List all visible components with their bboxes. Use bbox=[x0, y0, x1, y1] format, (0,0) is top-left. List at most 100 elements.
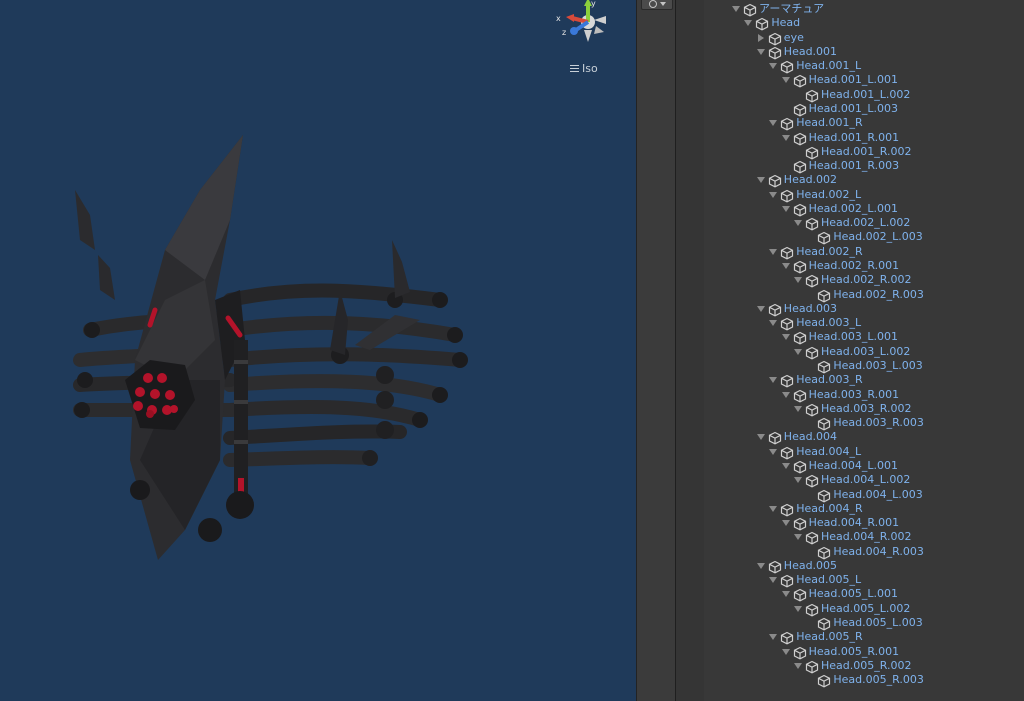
hierarchy-panel[interactable]: アーマチュア Head eye Head.001 Head.001_L Head.001_… bbox=[704, 0, 1024, 701]
hierarchy-row[interactable]: Head.005_L.001 bbox=[704, 587, 1024, 602]
orientation-gizmo[interactable]: x z y bbox=[552, 0, 624, 56]
expand-arrow-down-icon[interactable] bbox=[781, 204, 791, 214]
expand-arrow-down-icon[interactable] bbox=[756, 175, 766, 185]
gizmo-x-cone[interactable] bbox=[566, 14, 574, 22]
hierarchy-row[interactable]: Head.003_R.002 bbox=[704, 402, 1024, 417]
hierarchy-row[interactable]: アーマチュア bbox=[704, 2, 1024, 17]
expand-arrow-down-icon[interactable] bbox=[781, 647, 791, 657]
hierarchy-row[interactable]: Head.004_L bbox=[704, 445, 1024, 460]
hierarchy-row[interactable]: Head.002_L.001 bbox=[704, 202, 1024, 217]
hierarchy-row[interactable]: Head.003_R.003 bbox=[704, 416, 1024, 431]
expand-arrow-down-icon[interactable] bbox=[781, 332, 791, 342]
hierarchy-row[interactable]: Head.001_L.002 bbox=[704, 88, 1024, 103]
hierarchy-row[interactable]: Head.005_L bbox=[704, 573, 1024, 588]
scene-view[interactable]: x z y Iso bbox=[0, 0, 636, 701]
hierarchy-row[interactable]: Head.005_L.003 bbox=[704, 616, 1024, 631]
expand-arrow-down-icon[interactable] bbox=[793, 275, 803, 285]
hierarchy-row[interactable]: Head.004_L.001 bbox=[704, 459, 1024, 474]
gizmo-toggle-button[interactable] bbox=[641, 0, 673, 10]
hierarchy-row[interactable]: Head.003 bbox=[704, 302, 1024, 317]
hierarchy-row[interactable]: Head.001_R.003 bbox=[704, 159, 1024, 174]
gameobject-cube-icon bbox=[793, 259, 807, 274]
hierarchy-row[interactable]: Head.004_R.001 bbox=[704, 516, 1024, 531]
hierarchy-row[interactable]: Head.003_L.003 bbox=[704, 359, 1024, 374]
expand-arrow-down-icon[interactable] bbox=[793, 404, 803, 414]
hierarchy-row[interactable]: Head.005_L.002 bbox=[704, 602, 1024, 617]
hierarchy-row[interactable]: Head.005_R bbox=[704, 630, 1024, 645]
expand-arrow-down-icon[interactable] bbox=[768, 318, 778, 328]
hierarchy-row[interactable]: Head.001_L.003 bbox=[704, 102, 1024, 117]
hierarchy-row[interactable]: Head.001_R.001 bbox=[704, 131, 1024, 145]
expand-arrow-down-icon[interactable] bbox=[756, 561, 766, 571]
expand-arrow-down-icon[interactable] bbox=[768, 375, 778, 385]
hierarchy-row[interactable]: Head.003_L.001 bbox=[704, 330, 1024, 345]
hierarchy-row[interactable]: Head.002_L.002 bbox=[704, 216, 1024, 231]
hierarchy-row[interactable]: Head.002 bbox=[704, 173, 1024, 188]
hierarchy-row[interactable]: Head.003_L bbox=[704, 316, 1024, 331]
hierarchy-row[interactable]: Head.001_R bbox=[704, 116, 1024, 131]
hierarchy-row[interactable]: Head.004_R.002 bbox=[704, 530, 1024, 545]
hierarchy-row[interactable]: Head.002_L bbox=[704, 188, 1024, 203]
hierarchy-item-label: Head.004_R.003 bbox=[833, 544, 924, 558]
hierarchy-row[interactable]: Head.005_R.001 bbox=[704, 645, 1024, 660]
expand-arrow-down-icon[interactable] bbox=[781, 75, 791, 85]
expand-arrow-down-icon[interactable] bbox=[768, 632, 778, 642]
hierarchy-row[interactable]: Head.001 bbox=[704, 45, 1024, 60]
expand-arrow-down-icon[interactable] bbox=[781, 133, 791, 143]
projection-mode-toggle[interactable]: Iso bbox=[570, 62, 598, 75]
expand-arrow-down-icon[interactable] bbox=[768, 447, 778, 457]
expand-arrow-down-icon[interactable] bbox=[793, 532, 803, 542]
hierarchy-row[interactable]: Head.005 bbox=[704, 559, 1024, 574]
hierarchy-row[interactable]: Head.003_L.002 bbox=[704, 345, 1024, 360]
expand-arrow-down-icon[interactable] bbox=[781, 261, 791, 271]
hierarchy-row[interactable]: Head.004_L.002 bbox=[704, 473, 1024, 488]
expand-arrow-down-icon[interactable] bbox=[768, 247, 778, 257]
gizmo-negy-cone[interactable] bbox=[584, 30, 592, 42]
gizmo-negx-cone[interactable] bbox=[594, 16, 606, 24]
expand-arrow-down-icon[interactable] bbox=[756, 304, 766, 314]
expand-arrow-down-icon[interactable] bbox=[793, 347, 803, 357]
expand-arrow-down-icon[interactable] bbox=[793, 218, 803, 228]
expand-arrow-down-icon[interactable] bbox=[781, 589, 791, 599]
hierarchy-row[interactable]: Head.003_R.001 bbox=[704, 388, 1024, 403]
hierarchy-row[interactable]: eye bbox=[704, 31, 1024, 46]
expand-arrow-down-icon[interactable] bbox=[731, 4, 741, 14]
hierarchy-row[interactable]: Head.001_R.002 bbox=[704, 145, 1024, 160]
hierarchy-row[interactable]: Head.002_L.003 bbox=[704, 230, 1024, 245]
hierarchy-row[interactable]: Head.002_R.001 bbox=[704, 259, 1024, 274]
hierarchy-row[interactable]: Head.001_L bbox=[704, 59, 1024, 74]
expand-arrow-down-icon[interactable] bbox=[743, 18, 753, 28]
hierarchy-row[interactable]: Head.004 bbox=[704, 430, 1024, 445]
gizmo-z-cone[interactable] bbox=[570, 27, 578, 35]
hierarchy-item-label: Head.001_L bbox=[796, 59, 862, 73]
gizmo-negz-cone[interactable] bbox=[594, 26, 604, 34]
expand-arrow-down-icon[interactable] bbox=[756, 47, 766, 57]
expand-arrow-down-icon[interactable] bbox=[768, 575, 778, 585]
hierarchy-row[interactable]: Head.001_L.001 bbox=[704, 73, 1024, 88]
expand-arrow-down-icon[interactable] bbox=[768, 118, 778, 128]
expand-arrow-down-icon[interactable] bbox=[793, 604, 803, 614]
hierarchy-row[interactable]: Head bbox=[704, 16, 1024, 31]
expand-arrow-down-icon[interactable] bbox=[756, 432, 766, 442]
hierarchy-row[interactable]: Head.003_R bbox=[704, 373, 1024, 388]
hierarchy-row[interactable]: Head.004_R bbox=[704, 502, 1024, 517]
hierarchy-row[interactable]: Head.002_R bbox=[704, 245, 1024, 260]
hierarchy-row[interactable]: Head.005_R.002 bbox=[704, 659, 1024, 674]
hierarchy-row[interactable]: Head.002_R.003 bbox=[704, 288, 1024, 303]
expand-arrow-down-icon[interactable] bbox=[781, 518, 791, 528]
hierarchy-row[interactable]: Head.005_R.003 bbox=[704, 673, 1024, 688]
expand-arrow-right-icon[interactable] bbox=[756, 33, 766, 43]
scene-model-render[interactable] bbox=[0, 0, 636, 701]
hierarchy-item-label: Head.001_R.003 bbox=[808, 159, 900, 173]
expand-arrow-down-icon[interactable] bbox=[781, 461, 791, 471]
expand-arrow-down-icon[interactable] bbox=[793, 661, 803, 671]
expand-arrow-down-icon[interactable] bbox=[781, 390, 791, 400]
hierarchy-row[interactable]: Head.002_R.002 bbox=[704, 273, 1024, 288]
expand-arrow-down-icon[interactable] bbox=[768, 190, 778, 200]
hierarchy-row[interactable]: Head.004_R.003 bbox=[704, 544, 1024, 560]
gameobject-cube-icon bbox=[817, 359, 831, 374]
expand-arrow-down-icon[interactable] bbox=[793, 475, 803, 485]
expand-arrow-down-icon[interactable] bbox=[768, 61, 778, 71]
expand-arrow-down-icon[interactable] bbox=[768, 504, 778, 514]
hierarchy-row[interactable]: Head.004_L.003 bbox=[704, 488, 1024, 502]
